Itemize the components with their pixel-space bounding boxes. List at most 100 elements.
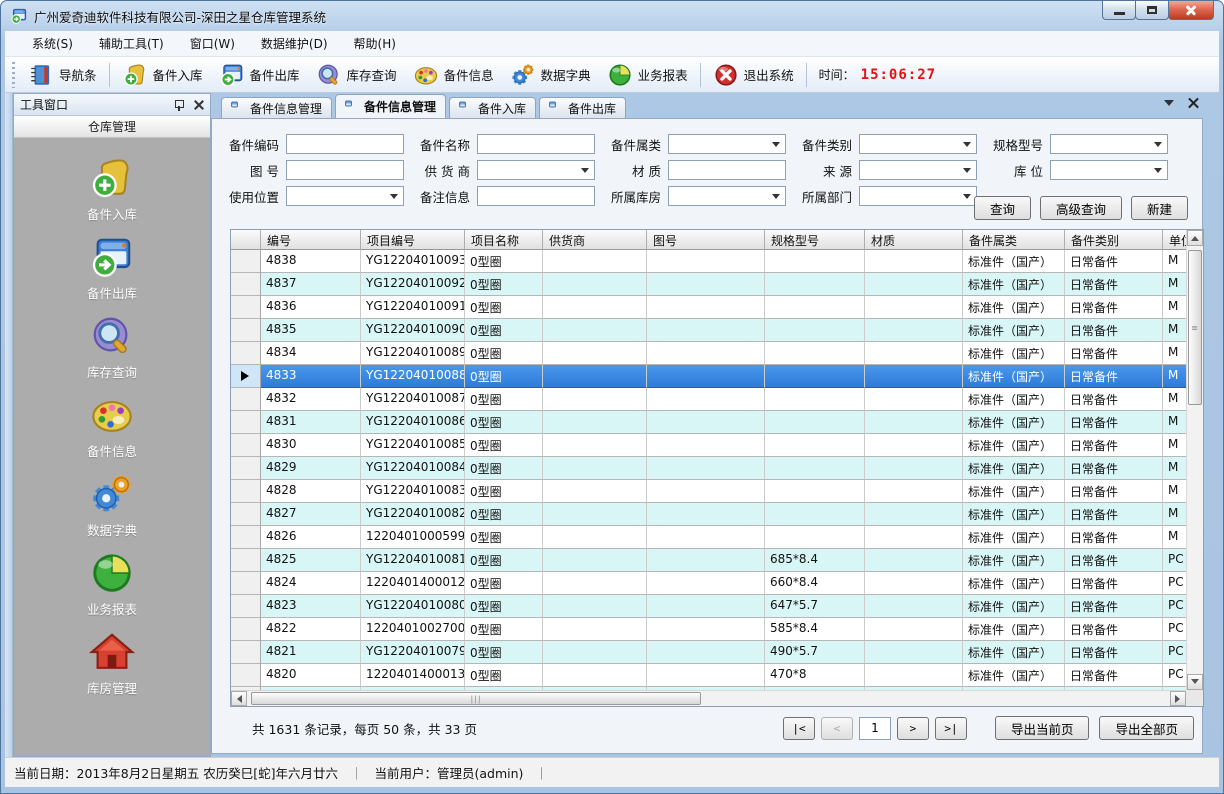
toolbar-button-5[interactable]: 数据字典 [502,60,599,90]
row-indicator[interactable] [231,480,261,503]
field-select-0-3[interactable] [859,134,977,154]
table-row-4827[interactable]: 4827YG122040100820型圈标准件（国产）日常备件M [231,503,1186,526]
advanced-query-button[interactable]: 高级查询 [1040,196,1122,220]
chevron-down-icon[interactable] [1164,100,1174,111]
menu-item-4[interactable]: 帮助(H) [341,31,409,56]
next-page-button[interactable]: > [897,717,929,740]
row-indicator[interactable] [231,503,261,526]
pin-icon[interactable] [174,99,184,111]
column-header-8[interactable]: 备件类别 [1065,230,1163,250]
minimize-button[interactable] [1102,1,1136,20]
table-row-4829[interactable]: 4829YG122040100840型圈标准件（国产）日常备件M [231,457,1186,480]
row-indicator[interactable] [231,526,261,549]
toolbar-button-7[interactable]: 退出系统 [705,60,802,90]
horizontal-scroll-thumb[interactable]: ||| [251,692,701,705]
row-indicator[interactable] [231,549,261,572]
column-header-0[interactable]: 编号 [261,230,361,250]
field-select-2-2[interactable] [668,186,786,206]
toolbar-button-1[interactable]: 备件入库 [114,60,211,90]
panel-close-icon[interactable] [194,100,204,110]
sidebar-item-5[interactable]: 业务报表 [87,550,137,618]
table-row-4828[interactable]: 4828YG122040100830型圈标准件（国产）日常备件M [231,480,1186,503]
sidebar-item-1[interactable]: 备件出库 [87,234,137,302]
field-select-2-3[interactable] [859,186,977,206]
scroll-down-button[interactable] [1187,674,1203,690]
table-row-4830[interactable]: 4830YG122040100850型圈标准件（国产）日常备件M [231,434,1186,457]
table-row-4831[interactable]: 4831YG122040100860型圈标准件（国产）日常备件M [231,411,1186,434]
vertical-scroll-thumb[interactable]: ≡ [1188,250,1202,405]
row-indicator[interactable] [231,618,261,641]
horizontal-scrollbar[interactable]: ||| [231,690,1186,706]
export-current-page-button[interactable]: 导出当前页 [995,716,1090,740]
column-header-3[interactable]: 供货商 [543,230,647,250]
table-row-4838[interactable]: 4838YG122040100930型圈标准件（国产）日常备件M [231,250,1186,273]
table-row-4820[interactable]: 482012204014000130型圈470*8标准件（国产）日常备件PC [231,664,1186,687]
row-indicator[interactable] [231,388,261,411]
title-bar[interactable]: 广州爱奇迪软件科技有限公司-深田之星仓库管理系统 [1,1,1223,31]
table-row-4824[interactable]: 482412204014000120型圈660*8.4标准件（国产）日常备件PC [231,572,1186,595]
scroll-up-button[interactable] [1187,230,1203,246]
menu-item-2[interactable]: 窗口(W) [177,31,248,56]
column-header-4[interactable]: 图号 [647,230,765,250]
sidebar-item-0[interactable]: 备件入库 [87,155,137,223]
field-input-1-0[interactable] [286,160,404,180]
field-input-2-1[interactable] [477,186,595,206]
last-page-button[interactable]: >| [935,717,967,740]
row-indicator[interactable] [231,296,261,319]
table-row-4836[interactable]: 4836YG122040100910型圈标准件（国产）日常备件M [231,296,1186,319]
row-indicator[interactable] [231,572,261,595]
sidebar-item-4[interactable]: 数据字典 [87,471,137,539]
menu-item-0[interactable]: 系统(S) [19,31,86,56]
tab-2[interactable]: 备件入库 [449,97,536,118]
table-row-4823[interactable]: 4823YG122040100800型圈647*5.7标准件（国产）日常备件PC [231,595,1186,618]
sidebar-item-6[interactable]: 库房管理 [87,629,137,697]
vertical-scrollbar[interactable]: ≡ [1186,230,1203,690]
column-header-6[interactable]: 材质 [865,230,963,250]
scroll-left-button[interactable] [231,691,247,706]
menu-item-1[interactable]: 辅助工具(T) [86,31,177,56]
table-row-4833[interactable]: 4833YG122040100880型圈标准件（国产）日常备件M [231,365,1186,388]
scroll-right-button[interactable] [1170,691,1186,706]
menu-item-3[interactable]: 数据维护(D) [248,31,341,56]
field-select-1-3[interactable] [859,160,977,180]
tab-close-icon[interactable] [1188,98,1199,109]
export-all-pages-button[interactable]: 导出全部页 [1099,716,1194,740]
row-indicator[interactable] [231,365,261,388]
page-number-input[interactable] [859,717,891,740]
toolbar-grip[interactable] [12,62,15,88]
field-select-1-1[interactable] [477,160,595,180]
field-select-2-0[interactable] [286,186,404,206]
toolbar-button-6[interactable]: 业务报表 [599,60,696,90]
field-select-0-2[interactable] [668,134,786,154]
close-button[interactable] [1168,1,1214,20]
field-select-1-4[interactable] [1050,160,1168,180]
row-indicator[interactable] [231,664,261,687]
field-input-0-0[interactable] [286,134,404,154]
row-indicator[interactable] [231,434,261,457]
table-row-4832[interactable]: 4832YG122040100870型圈标准件（国产）日常备件M [231,388,1186,411]
sidebar-item-2[interactable]: 库存查询 [87,313,137,381]
row-indicator[interactable] [231,250,261,273]
toolbar-button-2[interactable]: 备件出库 [211,60,308,90]
row-indicator[interactable] [231,641,261,664]
sidebar-item-3[interactable]: 备件信息 [87,392,137,460]
first-page-button[interactable]: |< [783,717,815,740]
tab-3[interactable]: 备件出库 [539,97,626,118]
row-indicator[interactable] [231,411,261,434]
table-row-4825[interactable]: 4825YG122040100810型圈685*8.4标准件（国产）日常备件PC [231,549,1186,572]
query-button[interactable]: 查询 [974,196,1031,220]
table-row-4826[interactable]: 482612204010005990型圈标准件（国产）日常备件M [231,526,1186,549]
table-row-4822[interactable]: 482212204010027000型圈585*8.4标准件（国产）日常备件PC [231,618,1186,641]
table-row-4834[interactable]: 4834YG122040100890型圈标准件（国产）日常备件M [231,342,1186,365]
table-row-4837[interactable]: 4837YG122040100920型圈标准件（国产）日常备件M [231,273,1186,296]
new-button[interactable]: 新建 [1131,196,1188,220]
column-header-5[interactable]: 规格型号 [765,230,865,250]
row-indicator[interactable] [231,319,261,342]
column-header-1[interactable]: 项目编号 [361,230,465,250]
tab-1[interactable]: 备件信息管理 [335,94,446,118]
row-indicator[interactable] [231,273,261,296]
maximize-button[interactable] [1135,1,1169,20]
table-row-4821[interactable]: 4821YG122040100790型圈490*5.7标准件（国产）日常备件PC [231,641,1186,664]
toolbar-button-4[interactable]: 备件信息 [405,60,502,90]
prev-page-button[interactable]: < [821,717,853,740]
